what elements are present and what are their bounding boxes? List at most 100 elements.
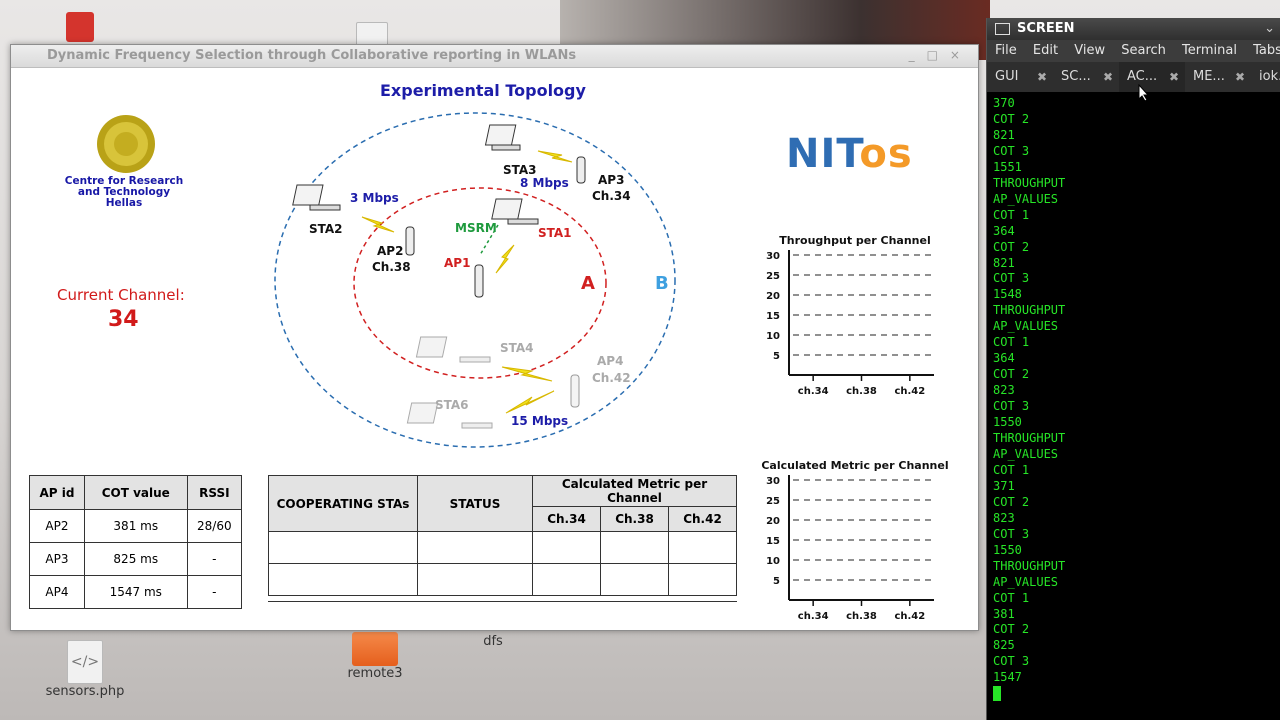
x-tick-label: ch.42 <box>894 611 925 622</box>
window-titlebar[interactable]: Dynamic Frequency Selection through Coll… <box>11 45 978 68</box>
terminal-titlebar[interactable]: SCREEN ⌄ <box>987 18 1280 40</box>
y-tick-label: 10 <box>766 556 780 567</box>
terminal-output[interactable]: 370 COT 2 821 COT 3 1551 THROUGHPUT AP_VALUES C… <box>987 92 1280 706</box>
table-cell: AP3 <box>29 542 85 576</box>
terminal-line: 371 <box>993 478 1015 493</box>
institution-name: Centre for Research and Technology Hella… <box>64 175 184 209</box>
link-icon <box>361 216 395 233</box>
close-icon[interactable]: ✖ <box>1235 62 1245 92</box>
y-tick-label: 10 <box>766 331 780 342</box>
window-controls[interactable]: _□× <box>909 48 972 62</box>
ap2-router-icon <box>405 226 415 256</box>
topology-diagram: STA3 8 Mbps AP3 Ch.34 3 Mbps STA2 AP2 Ch… <box>274 112 676 448</box>
menu-search[interactable]: Search <box>1121 43 1166 58</box>
terminal-line: 823 <box>993 510 1015 525</box>
terminal-line: 370 <box>993 96 1015 110</box>
terminal-line: 1548 <box>993 287 1022 302</box>
y-tick-label: 30 <box>766 251 780 262</box>
svg-text:STA2: STA2 <box>309 222 343 236</box>
ap-table-header: COT value <box>83 475 188 510</box>
svg-text:AP2: AP2 <box>377 244 403 258</box>
chart-title: Throughput per Channel <box>779 234 930 247</box>
divider <box>268 601 737 602</box>
terminal-line: 364 <box>993 351 1015 366</box>
y-tick-label: 20 <box>766 291 780 302</box>
tab-me[interactable]: ME... ✖ <box>1185 62 1251 92</box>
terminal-line: COT 1 <box>993 590 1030 605</box>
terminal-line: AP_VALUES <box>993 319 1059 334</box>
svg-text:8 Mbps: 8 Mbps <box>520 176 569 190</box>
tab-ac[interactable]: AC... ✖ <box>1119 62 1185 92</box>
terminal-line: COT 3 <box>993 271 1030 286</box>
desktop-folder-dfs[interactable]: dfs <box>468 634 518 649</box>
table-cell: AP2 <box>29 509 85 543</box>
folder-icon <box>352 632 398 666</box>
svg-text:AP1: AP1 <box>444 256 470 270</box>
desktop-file-icon[interactable] <box>356 22 388 46</box>
desktop-pdf-icon[interactable] <box>66 12 94 42</box>
menu-view[interactable]: View <box>1074 43 1105 58</box>
window-icon <box>995 23 1010 35</box>
table-cell: 1547 ms <box>83 575 188 609</box>
close-icon[interactable]: ✖ <box>1103 62 1113 92</box>
svg-text:AP3: AP3 <box>598 173 624 187</box>
window-title: Dynamic Frequency Selection through Coll… <box>47 48 577 63</box>
table-row: AP2 381 ms 28/60 <box>29 509 243 543</box>
coop-table-subheader: Ch.34 <box>532 506 601 532</box>
table-row: AP4 1547 ms - <box>29 575 243 609</box>
terminal-line: COT 3 <box>993 526 1030 541</box>
terminal-line: THROUGHPUT <box>993 303 1066 318</box>
tab-iok[interactable]: iok... <box>1251 62 1280 92</box>
coop-table-subheader: Ch.38 <box>600 506 669 532</box>
terminal-line: COT 2 <box>993 494 1030 509</box>
terminal-line: THROUGHPUT <box>993 431 1066 446</box>
menu-edit[interactable]: Edit <box>1033 43 1058 58</box>
sta4-laptop-icon <box>415 336 491 363</box>
svg-text:3 Mbps: 3 Mbps <box>350 191 399 205</box>
close-icon[interactable]: ✖ <box>1037 62 1047 92</box>
tab-gui[interactable]: GUI ✖ <box>987 62 1053 92</box>
terminal-line: 1551 <box>993 159 1022 174</box>
mouse-cursor-icon <box>1138 84 1150 102</box>
terminal-line: 825 <box>993 638 1015 653</box>
terminal-cursor <box>993 686 1001 702</box>
table-cell: - <box>186 542 243 576</box>
terminal-line: COT 3 <box>993 399 1030 414</box>
tab-sc[interactable]: SC... ✖ <box>1053 62 1119 92</box>
menu-terminal[interactable]: Terminal <box>1182 43 1237 58</box>
menu-file[interactable]: File <box>995 43 1017 58</box>
desktop-icon-label: dfs <box>483 634 503 649</box>
terminal-line: 821 <box>993 127 1015 142</box>
chevron-down-icon[interactable]: ⌄ <box>1264 18 1275 40</box>
svg-text:Ch.42: Ch.42 <box>592 371 631 385</box>
table-row <box>268 563 737 596</box>
terminal-line: AP_VALUES <box>993 191 1059 206</box>
coop-table-header: STATUS <box>417 475 533 532</box>
ap1-router-icon <box>474 264 484 298</box>
close-icon[interactable]: ✖ <box>1169 62 1179 92</box>
terminal-line: THROUGHPUT <box>993 175 1066 190</box>
terminal-line: COT 2 <box>993 239 1030 254</box>
desktop-folder-remote3[interactable]: remote3 <box>340 632 410 681</box>
ap-table: AP id COT value RSSI AP2 381 ms 28/60 AP… <box>29 475 243 609</box>
table-cell: - <box>186 575 243 609</box>
y-tick-label: 25 <box>766 496 780 507</box>
coop-table-subheader: Ch.42 <box>668 506 737 532</box>
terminal-title: SCREEN <box>1017 21 1075 36</box>
x-tick-label: ch.34 <box>798 386 829 397</box>
menu-tabs[interactable]: Tabs <box>1253 43 1280 58</box>
desktop-file-sensors[interactable]: </> sensors.php <box>40 640 130 699</box>
chart-title: Calculated Metric per Channel <box>761 459 948 472</box>
terminal-line: AP_VALUES <box>993 446 1059 461</box>
nitos-logo: NITos <box>786 131 913 177</box>
terminal-line: COT 3 <box>993 654 1030 669</box>
x-tick-label: ch.38 <box>846 386 877 397</box>
svg-text:STA4: STA4 <box>500 341 534 355</box>
terminal-line: 821 <box>993 255 1015 270</box>
certh-logo-icon <box>97 115 155 173</box>
svg-text:STA6: STA6 <box>435 398 469 412</box>
link-icon <box>501 366 553 382</box>
table-row: AP3 825 ms - <box>29 542 243 576</box>
svg-text:STA1: STA1 <box>538 226 572 240</box>
y-tick-label: 5 <box>773 351 780 362</box>
